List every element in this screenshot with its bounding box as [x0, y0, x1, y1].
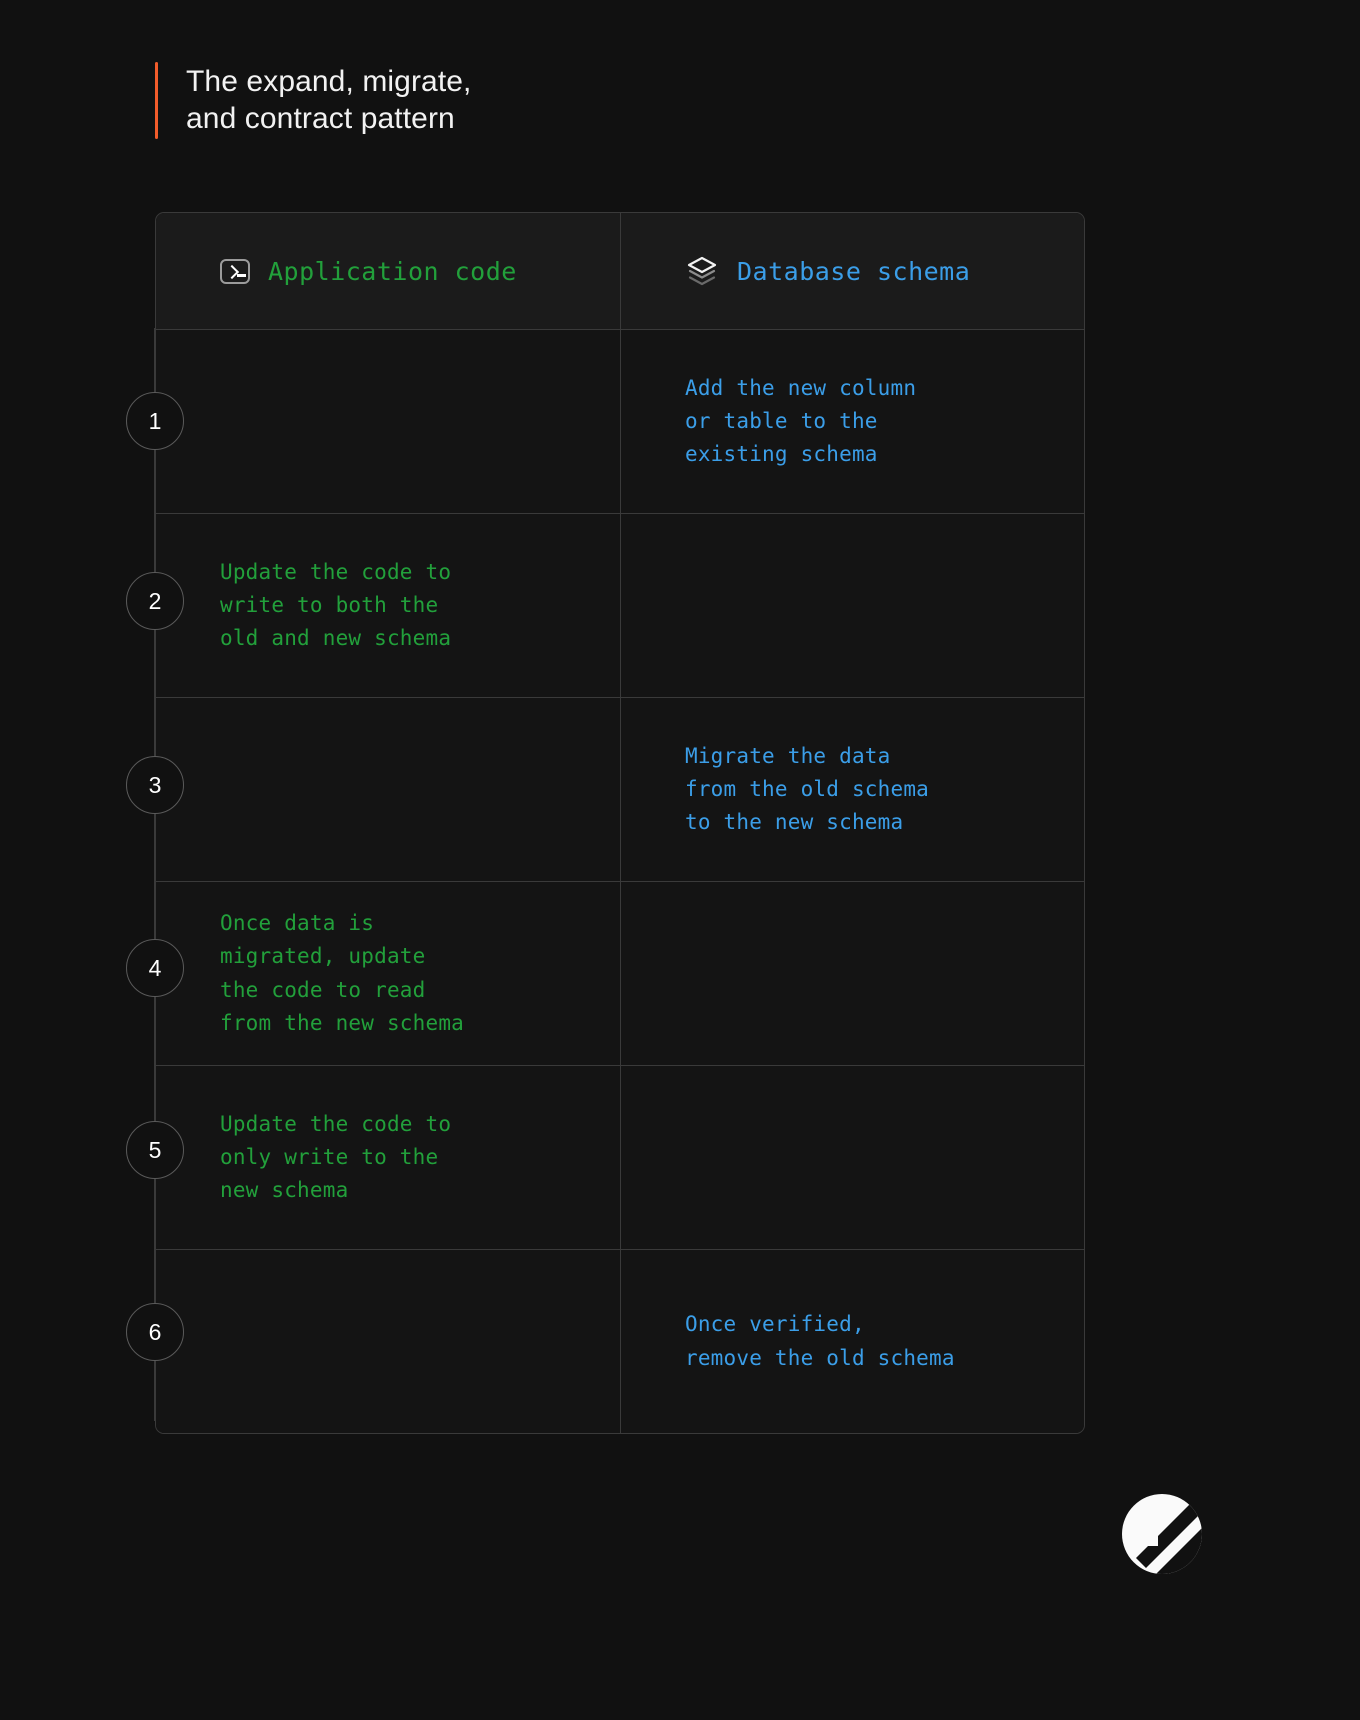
column-header-label: Database schema: [737, 256, 971, 286]
cell-text: Once data is migrated, update the code t…: [220, 911, 465, 1035]
cell-text: Update the code to write to both the old…: [220, 559, 452, 651]
table-header-application-code: Application code: [156, 213, 621, 329]
cell-database-schema: [621, 1066, 1084, 1249]
terminal-icon: [220, 258, 250, 284]
cell-database-schema: Migrate the data from the old schema to …: [621, 698, 1084, 881]
page-title: The expand, migrate, and contract patter…: [155, 62, 472, 140]
cell-text: Migrate the data from the old schema to …: [685, 743, 930, 835]
column-header-label: Application code: [268, 256, 517, 286]
cell-text: Add the new column or table to the exist…: [685, 375, 917, 467]
title-accent-bar: [155, 62, 158, 140]
table-row: Update the code to only write to the new…: [156, 1066, 1084, 1250]
page-title-text: The expand, migrate, and contract patter…: [186, 65, 472, 135]
table-row: Update the code to write to both the old…: [156, 514, 1084, 698]
layers-icon: [687, 256, 717, 286]
table-header-database-schema: Database schema: [621, 213, 1084, 329]
table-row: Migrate the data from the old schema to …: [156, 698, 1084, 882]
cell-application-code: Once data is migrated, update the code t…: [156, 882, 621, 1065]
pattern-table: Application code Database schema Add the…: [155, 212, 1085, 1434]
cell-database-schema: Add the new column or table to the exist…: [621, 330, 1084, 513]
cell-application-code: [156, 330, 621, 513]
table-row: Once data is migrated, update the code t…: [156, 882, 1084, 1066]
cell-text: Once verified, remove the old schema: [685, 1312, 955, 1370]
cell-database-schema: Once verified, remove the old schema: [621, 1250, 1084, 1433]
cell-application-code: [156, 698, 621, 881]
table-row: Once verified, remove the old schema: [156, 1250, 1084, 1433]
cell-database-schema: [621, 882, 1084, 1065]
cell-application-code: Update the code to only write to the new…: [156, 1066, 621, 1249]
table-header-row: Application code Database schema: [156, 213, 1084, 330]
cell-application-code: [156, 1250, 621, 1433]
cell-database-schema: [621, 514, 1084, 697]
planetscale-logo: [1122, 1494, 1202, 1574]
cell-application-code: Update the code to write to both the old…: [156, 514, 621, 697]
page-root: The expand, migrate, and contract patter…: [0, 0, 1360, 1720]
cell-text: Update the code to only write to the new…: [220, 1111, 452, 1203]
table-row: Add the new column or table to the exist…: [156, 330, 1084, 514]
